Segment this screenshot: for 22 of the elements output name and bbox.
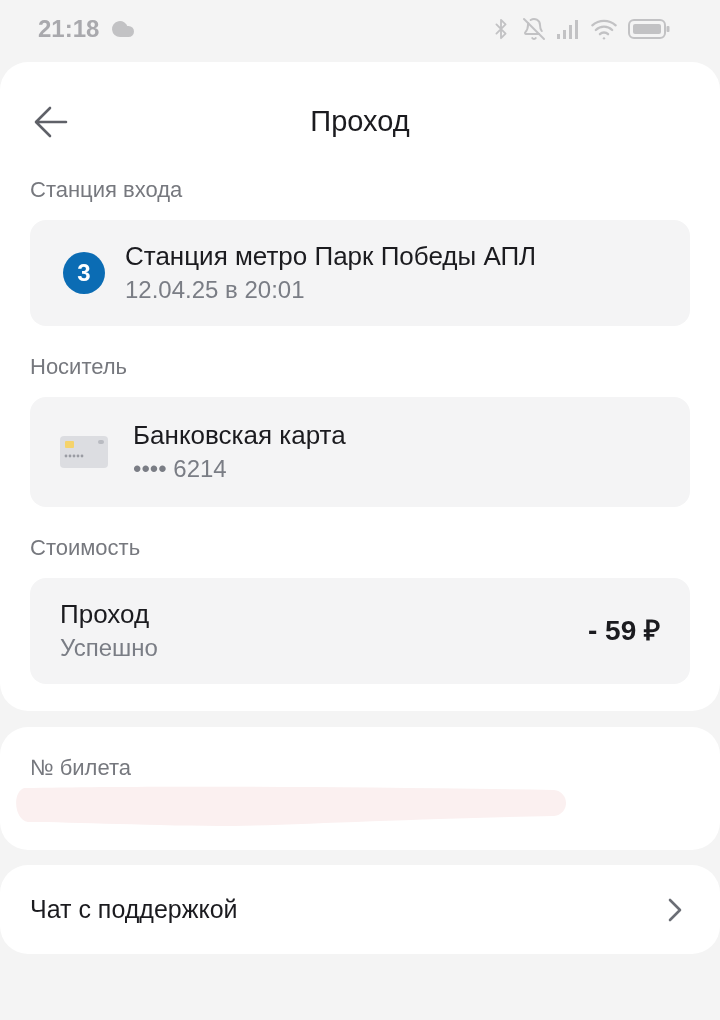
card-title: Банковская карта [133,419,347,452]
card-subtitle: •••• 6214 [133,454,228,484]
bell-off-icon [522,17,546,41]
section-label: Станция входа [30,176,184,204]
status-time: 21:18 [38,14,100,44]
card-subtitle: Успешно [60,633,159,663]
chevron-right-icon [668,897,682,922]
signal-icon [556,19,580,39]
section-label: Стоимость [30,534,142,562]
page-title: Проход [310,104,410,140]
support-chat-row[interactable]: Чат с поддержкой [0,865,720,954]
card-title: Станция метро Парк Победы АПЛ [125,240,538,273]
card-subtitle: 12.04.25 в 20:01 [125,275,306,305]
bank-card-icon [60,436,108,468]
card-title: Проход [60,598,151,631]
amount-text: - 59 ₽ [587,614,660,648]
battery-icon [628,19,670,39]
back-button[interactable] [34,105,68,139]
ticket-label: № билета [30,754,132,782]
metro-line-badge: 3 [63,252,105,294]
section-label: Носитель [30,353,129,381]
back-arrow-icon [34,105,68,139]
